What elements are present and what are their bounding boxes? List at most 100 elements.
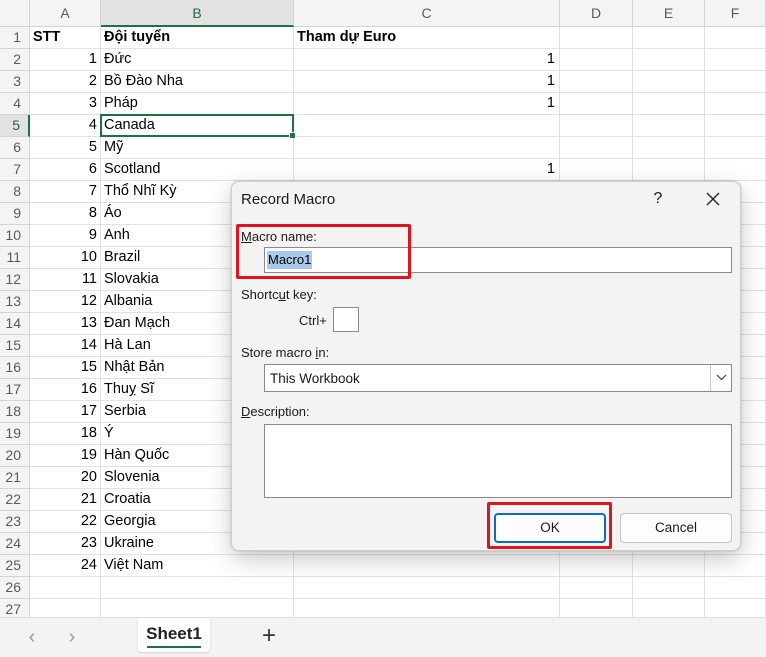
row-header[interactable]: 12 — [0, 269, 30, 291]
chevron-left-icon[interactable]: ‹ — [22, 626, 42, 648]
row-header[interactable]: 19 — [0, 423, 30, 445]
cell[interactable] — [633, 71, 705, 93]
stt-cell[interactable]: 13 — [30, 313, 101, 335]
stt-cell[interactable]: 17 — [30, 401, 101, 423]
euro-cell[interactable] — [294, 137, 560, 159]
stt-cell[interactable]: 7 — [30, 181, 101, 203]
cell[interactable] — [101, 577, 294, 599]
row-header[interactable]: 22 — [0, 489, 30, 511]
stt-cell[interactable]: 19 — [30, 445, 101, 467]
euro-cell[interactable]: 1 — [294, 159, 560, 181]
cell[interactable] — [560, 555, 633, 577]
cancel-button[interactable]: Cancel — [620, 513, 732, 543]
help-button[interactable]: ? — [648, 188, 668, 210]
row-header[interactable]: 3 — [0, 71, 30, 93]
row-header[interactable]: 7 — [0, 159, 30, 181]
row-header[interactable]: 20 — [0, 445, 30, 467]
stt-cell[interactable]: 24 — [30, 555, 101, 577]
row-header[interactable]: 17 — [0, 379, 30, 401]
euro-cell[interactable]: 1 — [294, 49, 560, 71]
row-header[interactable]: 10 — [0, 225, 30, 247]
stt-cell[interactable]: 12 — [30, 291, 101, 313]
team-cell[interactable]: Đức — [101, 49, 294, 71]
cell[interactable] — [633, 159, 705, 181]
team-cell[interactable]: Pháp — [101, 93, 294, 115]
cell[interactable] — [705, 115, 766, 137]
column-title-cell[interactable]: Tham dự Euro — [294, 27, 560, 49]
stt-cell[interactable]: 16 — [30, 379, 101, 401]
cell[interactable] — [560, 159, 633, 181]
chevron-right-icon[interactable]: › — [62, 626, 82, 648]
row-header[interactable]: 24 — [0, 533, 30, 555]
select-all-corner[interactable] — [0, 0, 30, 27]
row-header[interactable]: 6 — [0, 137, 30, 159]
stt-cell[interactable]: 2 — [30, 71, 101, 93]
cell[interactable] — [633, 115, 705, 137]
row-header[interactable]: 26 — [0, 577, 30, 599]
cell[interactable] — [633, 577, 705, 599]
cell[interactable] — [560, 49, 633, 71]
row-header[interactable]: 15 — [0, 335, 30, 357]
team-cell[interactable]: Canada — [101, 115, 294, 137]
description-input[interactable] — [264, 424, 732, 498]
column-title-cell[interactable]: STT — [30, 27, 101, 49]
row-header[interactable]: 14 — [0, 313, 30, 335]
cell[interactable] — [560, 137, 633, 159]
stt-cell[interactable]: 5 — [30, 137, 101, 159]
stt-cell[interactable]: 18 — [30, 423, 101, 445]
euro-cell[interactable]: 1 — [294, 71, 560, 93]
team-cell[interactable]: Mỹ — [101, 137, 294, 159]
cell[interactable] — [560, 27, 633, 49]
stt-cell[interactable]: 11 — [30, 269, 101, 291]
column-header-f[interactable]: F — [705, 0, 766, 27]
close-icon[interactable] — [702, 188, 724, 210]
row-header[interactable]: 23 — [0, 511, 30, 533]
row-header[interactable]: 8 — [0, 181, 30, 203]
cell[interactable] — [560, 577, 633, 599]
cell[interactable] — [560, 93, 633, 115]
stt-cell[interactable]: 3 — [30, 93, 101, 115]
cell[interactable] — [294, 577, 560, 599]
cell[interactable] — [633, 27, 705, 49]
cell[interactable] — [705, 49, 766, 71]
cell[interactable] — [633, 555, 705, 577]
cell[interactable] — [705, 159, 766, 181]
team-cell[interactable]: Scotland — [101, 159, 294, 181]
stt-cell[interactable]: 10 — [30, 247, 101, 269]
column-header-b[interactable]: B — [101, 0, 294, 27]
stt-cell[interactable]: 15 — [30, 357, 101, 379]
row-header[interactable]: 2 — [0, 49, 30, 71]
stt-cell[interactable]: 9 — [30, 225, 101, 247]
column-header-c[interactable]: C — [294, 0, 560, 27]
row-header[interactable]: 1 — [0, 27, 30, 49]
stt-cell[interactable]: 4 — [30, 115, 101, 137]
column-title-cell[interactable]: Đội tuyển — [101, 27, 294, 49]
euro-cell[interactable] — [294, 115, 560, 137]
row-header[interactable]: 9 — [0, 203, 30, 225]
cell[interactable] — [560, 71, 633, 93]
euro-cell[interactable] — [294, 555, 560, 577]
chevron-down-icon[interactable] — [710, 365, 731, 391]
row-header[interactable]: 13 — [0, 291, 30, 313]
cell[interactable] — [633, 137, 705, 159]
stt-cell[interactable]: 20 — [30, 467, 101, 489]
team-cell[interactable]: Bồ Đào Nha — [101, 71, 294, 93]
stt-cell[interactable]: 8 — [30, 203, 101, 225]
stt-cell[interactable]: 14 — [30, 335, 101, 357]
stt-cell[interactable]: 6 — [30, 159, 101, 181]
cell[interactable] — [633, 49, 705, 71]
cell[interactable] — [705, 71, 766, 93]
row-header[interactable]: 18 — [0, 401, 30, 423]
team-cell[interactable]: Việt Nam — [101, 555, 294, 577]
row-header[interactable]: 21 — [0, 467, 30, 489]
cell[interactable] — [705, 27, 766, 49]
stt-cell[interactable]: 1 — [30, 49, 101, 71]
cell[interactable] — [30, 577, 101, 599]
cell[interactable] — [633, 93, 705, 115]
row-header[interactable]: 25 — [0, 555, 30, 577]
cell[interactable] — [705, 555, 766, 577]
row-header[interactable]: 16 — [0, 357, 30, 379]
cell[interactable] — [705, 137, 766, 159]
stt-cell[interactable]: 22 — [30, 511, 101, 533]
cell[interactable] — [560, 115, 633, 137]
